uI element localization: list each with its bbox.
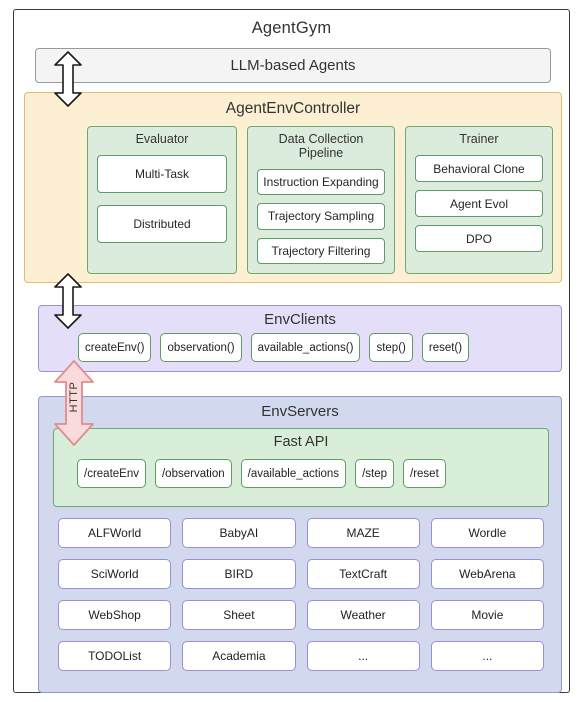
method-reset[interactable]: reset() — [421, 333, 470, 362]
agent-env-controller-title: AgentEnvController — [225, 100, 361, 117]
llm-based-agents-label: LLM-based Agents — [230, 57, 356, 74]
env-cell-alfworld[interactable]: ALFWorld — [58, 518, 172, 548]
env-cell-sciworld[interactable]: SciWorld — [58, 559, 172, 589]
env-servers-title: EnvServers — [261, 403, 339, 420]
env-cell-todolist[interactable]: TODOList — [58, 641, 172, 671]
env-cell-textcraft[interactable]: TextCraft — [306, 559, 420, 589]
env-cell-wordle[interactable]: Wordle — [430, 518, 544, 548]
trainer-item-agent-evol[interactable]: Agent Evol — [415, 190, 543, 217]
env-cell-more-1: ... — [306, 641, 420, 671]
env-cell-maze[interactable]: MAZE — [306, 518, 420, 548]
diagram-title: AgentGym — [251, 19, 332, 37]
evaluator-item-multi-task[interactable]: Multi-Task — [97, 155, 227, 193]
fast-api-panel: Fast API /createEnv /observation /availa… — [53, 428, 549, 507]
evaluator-item-distributed[interactable]: Distributed — [97, 205, 227, 243]
env-clients-title: EnvClients — [264, 311, 336, 328]
llm-based-agents-panel: LLM-based Agents — [35, 48, 551, 83]
trainer-item-dpo[interactable]: DPO — [415, 225, 543, 252]
env-clients-panel: EnvClients createEnv() observation() ava… — [38, 305, 562, 372]
environment-grid: ALFWorld BabyAI MAZE Wordle SciWorld BIR… — [58, 518, 544, 671]
env-cell-movie[interactable]: Movie — [430, 600, 544, 630]
env-cell-webarena[interactable]: WebArena — [430, 559, 544, 589]
env-cell-more-2: ... — [430, 641, 544, 671]
controller-columns: Evaluator Multi-Task Distributed Data Co… — [87, 126, 553, 274]
pipeline-item-trajectory-filtering[interactable]: Trajectory Filtering — [257, 237, 385, 264]
method-available-actions[interactable]: available_actions() — [250, 333, 361, 362]
env-cell-weather[interactable]: Weather — [306, 600, 420, 630]
endpoint-observation[interactable]: /observation — [154, 459, 232, 488]
agentgym-outer-frame: AgentGym LLM-based Agents AgentEnvContro… — [13, 9, 570, 693]
evaluator-heading: Evaluator — [135, 132, 189, 146]
trainer-column: Trainer Behavioral Clone Agent Evol DPO — [405, 126, 553, 274]
env-cell-bird[interactable]: BIRD — [182, 559, 296, 589]
agent-env-controller-panel: AgentEnvController Evaluator Multi-Task … — [24, 92, 562, 283]
pipeline-item-instruction-expanding[interactable]: Instruction Expanding — [257, 169, 385, 196]
double-arrow-controller-envclients-icon — [54, 273, 82, 329]
endpoint-step[interactable]: /step — [355, 459, 394, 488]
http-label: HTTP — [68, 381, 80, 413]
fast-api-title: Fast API — [273, 434, 329, 450]
pipeline-item-trajectory-sampling[interactable]: Trajectory Sampling — [257, 203, 385, 230]
data-collection-pipeline-column: Data Collection Pipeline Instruction Exp… — [247, 126, 395, 274]
env-cell-academia[interactable]: Academia — [182, 641, 296, 671]
trainer-item-behavioral-clone[interactable]: Behavioral Clone — [415, 155, 543, 182]
endpoint-available-actions[interactable]: /available_actions — [240, 459, 347, 488]
double-arrow-agents-controller-icon — [54, 51, 82, 107]
env-clients-method-row: createEnv() observation() available_acti… — [78, 333, 550, 362]
trainer-heading: Trainer — [459, 132, 499, 146]
endpoint-create-env[interactable]: /createEnv — [77, 459, 146, 488]
env-cell-sheet[interactable]: Sheet — [182, 600, 296, 630]
data-collection-pipeline-heading: Data Collection Pipeline — [278, 132, 364, 160]
env-cell-babyai[interactable]: BabyAI — [182, 518, 296, 548]
endpoint-reset[interactable]: /reset — [403, 459, 446, 488]
fast-api-endpoint-row: /createEnv /observation /available_actio… — [77, 459, 529, 488]
method-observation[interactable]: observation() — [160, 333, 242, 362]
evaluator-column: Evaluator Multi-Task Distributed — [87, 126, 237, 274]
env-servers-panel: EnvServers Fast API /createEnv /observat… — [38, 396, 562, 693]
env-cell-webshop[interactable]: WebShop — [58, 600, 172, 630]
method-step[interactable]: step() — [369, 333, 413, 362]
